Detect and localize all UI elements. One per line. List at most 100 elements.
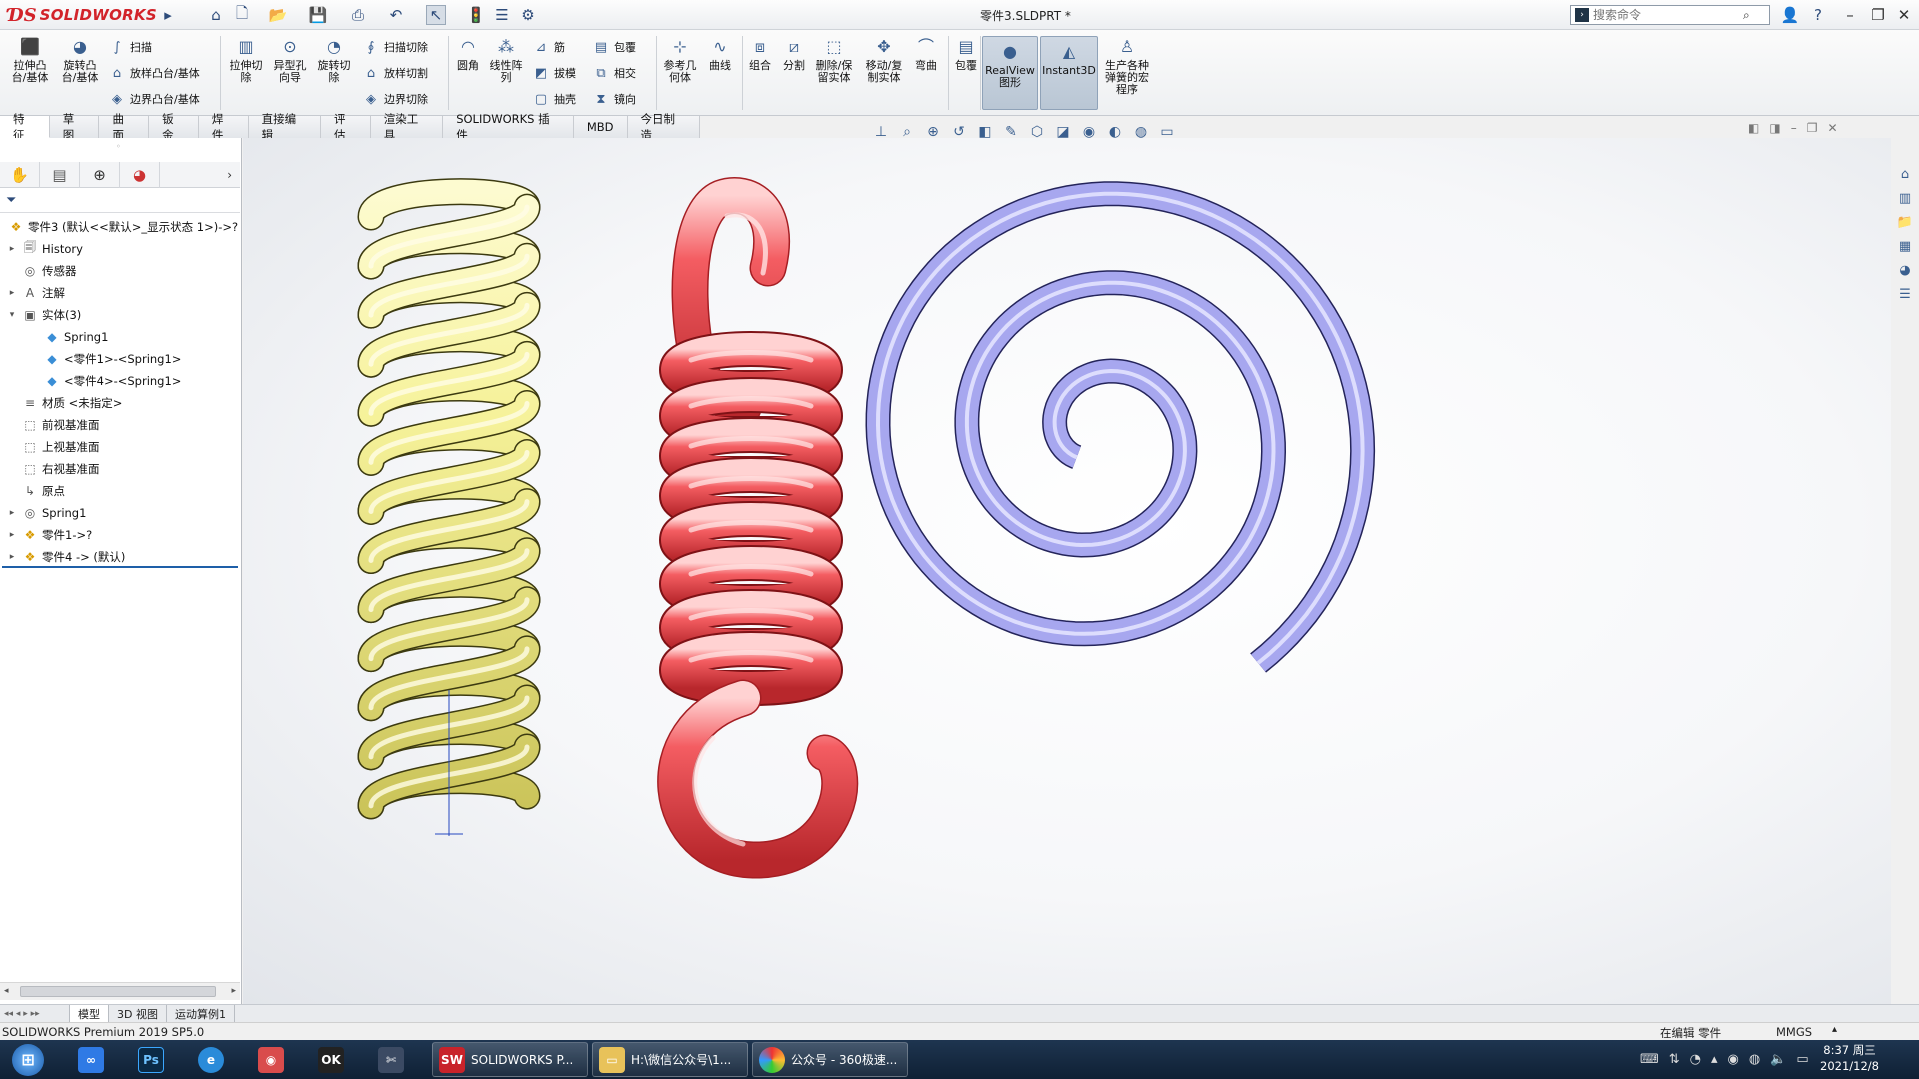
compression-spring[interactable] xyxy=(357,178,541,836)
tree-item[interactable]: ▸ A 注解 xyxy=(6,282,65,303)
tray-volume-icon[interactable]: 🔈 xyxy=(1770,1052,1786,1067)
display-manager-tab-icon[interactable]: ◕ xyxy=(120,161,160,188)
loft-cut-button[interactable]: ⌂ 放样切割 xyxy=(362,64,428,82)
extrude-cut-button[interactable]: ▥ 拉伸切除 xyxy=(226,36,266,84)
search-icon[interactable]: ⌕ xyxy=(1743,8,1750,23)
tree-expander-icon[interactable]: ▸ xyxy=(6,288,18,298)
taskbar-app4[interactable]: ◉ xyxy=(252,1042,290,1077)
tree-item[interactable]: ◎ 传感器 xyxy=(6,260,77,281)
spiral-spring[interactable] xyxy=(865,181,1376,673)
sweep-cut-button[interactable]: ∮ 扫描切除 xyxy=(362,38,428,56)
bottom-tab-1[interactable]: 3D 视图 xyxy=(109,1005,167,1022)
options-gear-icon[interactable]: ⚙ xyxy=(518,5,538,25)
revolve-boss-button[interactable]: ◕ 旋转凸台/基体 xyxy=(58,36,102,84)
command-tab-6[interactable]: 评估 xyxy=(321,112,371,142)
rebuild-icon[interactable]: 🚦 xyxy=(466,5,486,25)
revolve-cut-button[interactable]: ◔ 旋转切除 xyxy=(314,36,354,84)
move-copy-body-button[interactable]: ✥ 移动/复制实体 xyxy=(862,36,906,84)
tree-expander-icon[interactable]: ▸ xyxy=(6,244,18,254)
undo-icon[interactable]: ↶ xyxy=(386,5,406,25)
filter-icon[interactable]: ⏷ xyxy=(6,193,16,208)
save-icon[interactable]: 💾 xyxy=(308,5,328,25)
tree-item[interactable]: ▾ ▣ 实体(3) xyxy=(6,304,82,325)
taskbar-app6[interactable]: ✄ xyxy=(372,1042,410,1077)
panel-grip-icon[interactable]: ◦ xyxy=(116,142,121,151)
graphics-area[interactable]: Y X xyxy=(199,138,1891,1004)
restore-icon[interactable]: ❐ xyxy=(1868,5,1888,25)
feature-manager-tab-icon[interactable]: ✋ xyxy=(0,161,40,188)
home-icon[interactable]: ⌂ xyxy=(206,5,226,25)
command-tab-10[interactable]: 今日制造 xyxy=(627,112,700,142)
solidworks-logo[interactable]: ƊS SOLIDWORKS xyxy=(8,3,157,27)
close-icon[interactable]: ✕ xyxy=(1894,5,1914,25)
tree-item[interactable]: ▸ ◎ Spring1 xyxy=(6,502,87,523)
tile-left-icon[interactable]: ◧ xyxy=(1748,121,1759,135)
taskbar-clock[interactable]: 8:37 周三 2021/12/8 xyxy=(1820,1042,1879,1074)
bottom-tab-2[interactable]: 运动算例1 xyxy=(167,1005,235,1022)
tree-item[interactable]: ◆ Spring1 xyxy=(28,326,108,347)
command-tab-7[interactable]: 渲染工具 xyxy=(370,112,444,142)
tree-item[interactable]: ≡ 材质 <未指定> xyxy=(6,392,122,413)
command-tab-1[interactable]: 草图 xyxy=(49,112,100,142)
tree-item[interactable]: ⬚ 前视基准面 xyxy=(6,414,99,435)
units-chevron-icon[interactable]: ▴ xyxy=(1832,1024,1837,1035)
sweep-button[interactable]: ∫ 扫描 xyxy=(108,38,152,56)
tree-expander-icon[interactable]: ▸ xyxy=(6,508,18,518)
tree-item[interactable]: ↳ 原点 xyxy=(6,480,65,501)
extension-spring[interactable] xyxy=(657,177,859,879)
tree-expander-icon[interactable]: ▸ xyxy=(6,530,18,540)
user-icon[interactable]: 👤 xyxy=(1780,5,1800,25)
taskbar-baidu[interactable]: ∞ xyxy=(72,1042,110,1077)
tray-display-icon[interactable]: ▭ xyxy=(1796,1052,1808,1067)
tray-chevron-icon[interactable]: ▴ xyxy=(1711,1052,1718,1067)
tree-item[interactable]: ◆ <零件1>-<Spring1> xyxy=(28,348,181,369)
tile-right-icon[interactable]: ◨ xyxy=(1769,121,1780,135)
taskbar-solidworks[interactable]: SW SOLIDWORKS P... xyxy=(432,1042,588,1077)
scroll-thumb[interactable] xyxy=(20,986,216,997)
mirror-button[interactable]: ⧗ 镜向 xyxy=(592,90,636,108)
reference-geometry-button[interactable]: ⊹ 参考几何体 xyxy=(660,36,700,84)
boundary-boss-button[interactable]: ◈ 边界凸台/基体 xyxy=(108,90,200,108)
file-properties-icon[interactable]: ☰ xyxy=(492,5,512,25)
wrap-button[interactable]: ▤ 包覆 xyxy=(592,38,636,56)
tree-item[interactable]: ⬚ 上视基准面 xyxy=(6,436,99,457)
search-input[interactable] xyxy=(1593,7,1743,23)
tree-item[interactable]: ⬚ 右视基准面 xyxy=(6,458,99,479)
rib-button[interactable]: ⊿ 筋 xyxy=(532,38,565,56)
tree-item[interactable]: ▸ ❖ 零件4 -> (默认) xyxy=(6,546,126,567)
loft-boss-button[interactable]: ⌂ 放样凸台/基体 xyxy=(108,64,200,82)
wrap-button-2[interactable]: ▤ 包覆 xyxy=(950,36,982,72)
draft-button[interactable]: ◩ 拔模 xyxy=(532,64,576,82)
help-icon[interactable]: ? xyxy=(1808,5,1828,25)
panel-expand-icon[interactable]: › xyxy=(227,168,240,182)
flex-button[interactable]: ⌒ 弯曲 xyxy=(910,36,942,72)
fillet-button[interactable]: ◠ 圆角 xyxy=(452,36,484,72)
view-palette-icon[interactable]: ▦ xyxy=(1894,236,1916,256)
split-button[interactable]: ⧄ 分割 xyxy=(778,36,810,72)
bottom-tab-0[interactable]: 模型 xyxy=(70,1005,109,1022)
appearances-icon[interactable]: ◕ xyxy=(1894,260,1916,280)
property-manager-tab-icon[interactable]: ▤ xyxy=(40,161,80,188)
shell-button[interactable]: ▢ 抽壳 xyxy=(532,90,576,108)
configuration-manager-tab-icon[interactable]: ⊕ xyxy=(80,161,120,188)
doc-restore-icon[interactable]: ❐ xyxy=(1807,121,1818,135)
taskbar-photoshop[interactable]: Ps xyxy=(132,1042,170,1077)
taskbar-ok[interactable]: OK xyxy=(312,1042,350,1077)
tray-app2-icon[interactable]: ◍ xyxy=(1749,1052,1760,1067)
file-explorer-icon[interactable]: 📁 xyxy=(1894,212,1916,232)
combine-button[interactable]: ⧈ 组合 xyxy=(744,36,776,72)
command-tab-9[interactable]: MBD xyxy=(573,116,628,138)
realview-button[interactable]: ● RealView图形 xyxy=(982,36,1038,110)
command-tab-5[interactable]: 直接编辑 xyxy=(248,112,322,142)
tree-item[interactable]: ▸ ❖ 零件1->? xyxy=(6,524,92,545)
delete-keep-body-button[interactable]: ⬚ 删除/保留实体 xyxy=(812,36,856,84)
command-tab-8[interactable]: SOLIDWORKS 插件 xyxy=(443,112,574,142)
tree-item[interactable]: ◆ <零件4>-<Spring1> xyxy=(28,370,181,391)
command-tab-0[interactable]: 特征 xyxy=(0,112,50,142)
select-arrow-icon[interactable]: ↖ xyxy=(426,5,446,25)
rollback-bar[interactable] xyxy=(2,566,238,568)
custom-properties-icon[interactable]: ☰ xyxy=(1894,284,1916,304)
instant3d-button[interactable]: ◭ Instant3D xyxy=(1040,36,1098,110)
command-tab-2[interactable]: 曲面 xyxy=(99,112,150,142)
taskbar-360browser[interactable]: 公众号 - 360极速... xyxy=(752,1042,908,1077)
